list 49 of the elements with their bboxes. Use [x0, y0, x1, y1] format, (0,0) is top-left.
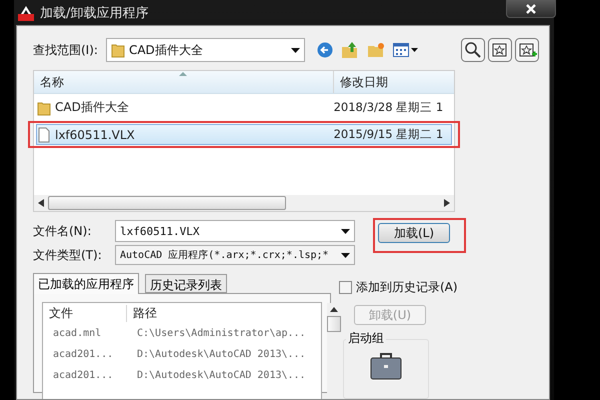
caret-icon	[341, 252, 350, 258]
file-name-label: 文件名(N):	[33, 222, 92, 240]
add-to-history-label: 添加到历史记录(A)	[356, 279, 458, 296]
file-name-cell: CAD插件大全	[37, 99, 334, 116]
column-header[interactable]: 文件	[43, 304, 127, 322]
tab[interactable]: 历史记录列表	[145, 274, 227, 293]
startup-group-label: 启动组	[346, 330, 386, 347]
tab[interactable]: 已加载的应用程序	[33, 273, 139, 294]
file-type-dropdown[interactable]: AutoCAD 应用程序(*.arx;*.crx;*.lsp;*	[115, 245, 355, 265]
file-row[interactable]: lxf60511.VLX 2015/9/15 星期二 1	[36, 124, 452, 145]
caret-icon	[341, 228, 350, 234]
file-name-cell: lxf60511.VLX	[37, 126, 334, 142]
look-in-label: 查找范围(I):	[33, 42, 98, 58]
file-row[interactable]: CAD插件大全 2018/3/28 星期三 1	[36, 97, 452, 118]
scroll-left-icon[interactable]	[38, 199, 44, 207]
file-type-label: 文件类型(T):	[33, 246, 103, 264]
folder-up-icon[interactable]	[341, 41, 359, 59]
app-path-cell-text: C:\Users\Administrator\ap...	[137, 328, 307, 339]
column-header[interactable]: 修改日期	[334, 71, 452, 93]
look-in-dropdown[interactable]: CAD插件大全	[106, 38, 305, 62]
briefcase-icon[interactable]	[370, 352, 402, 380]
view-menu-icon[interactable]	[393, 43, 419, 57]
caret-icon	[291, 48, 300, 52]
horizontal-scrollbar[interactable]	[34, 195, 454, 211]
scroll-up-icon[interactable]	[330, 307, 338, 312]
document-icon	[37, 126, 51, 142]
date-cell-text: 2018/3/28 星期三 1	[334, 100, 444, 115]
column-header[interactable]: 路径	[127, 304, 317, 322]
load-button[interactable]: 加载(L)	[378, 223, 450, 243]
app-file-cell-text: acad201...	[52, 370, 114, 381]
date-cell-text: 2015/9/15 星期二 1	[334, 127, 444, 142]
scroll-thumb[interactable]	[48, 196, 286, 210]
app-path-cell-text: D:\Autodesk\AutoCAD 2013\...	[137, 370, 307, 381]
sort-arrow-icon	[179, 72, 187, 76]
app-file-cell-text: acad.mnl	[52, 328, 102, 339]
close-icon	[525, 4, 537, 14]
app-file-cell-text: acad201...	[52, 349, 114, 360]
file-name-field[interactable]: lxf60511.VLX	[115, 220, 355, 242]
checkbox[interactable]	[339, 281, 352, 294]
folder-icon	[37, 100, 51, 116]
scroll-thumb[interactable]	[327, 316, 341, 332]
window-title: 加载/卸载应用程序	[40, 4, 148, 22]
app-path-cell-text: D:\Autodesk\AutoCAD 2013\...	[137, 349, 307, 360]
close-button[interactable]	[506, 0, 556, 18]
scroll-right-icon[interactable]	[444, 199, 450, 207]
app-logo-icon	[18, 4, 34, 20]
star-folder-icon[interactable]	[488, 38, 512, 62]
search-tool-icon[interactable]	[461, 38, 485, 62]
folder-icon	[110, 42, 125, 58]
